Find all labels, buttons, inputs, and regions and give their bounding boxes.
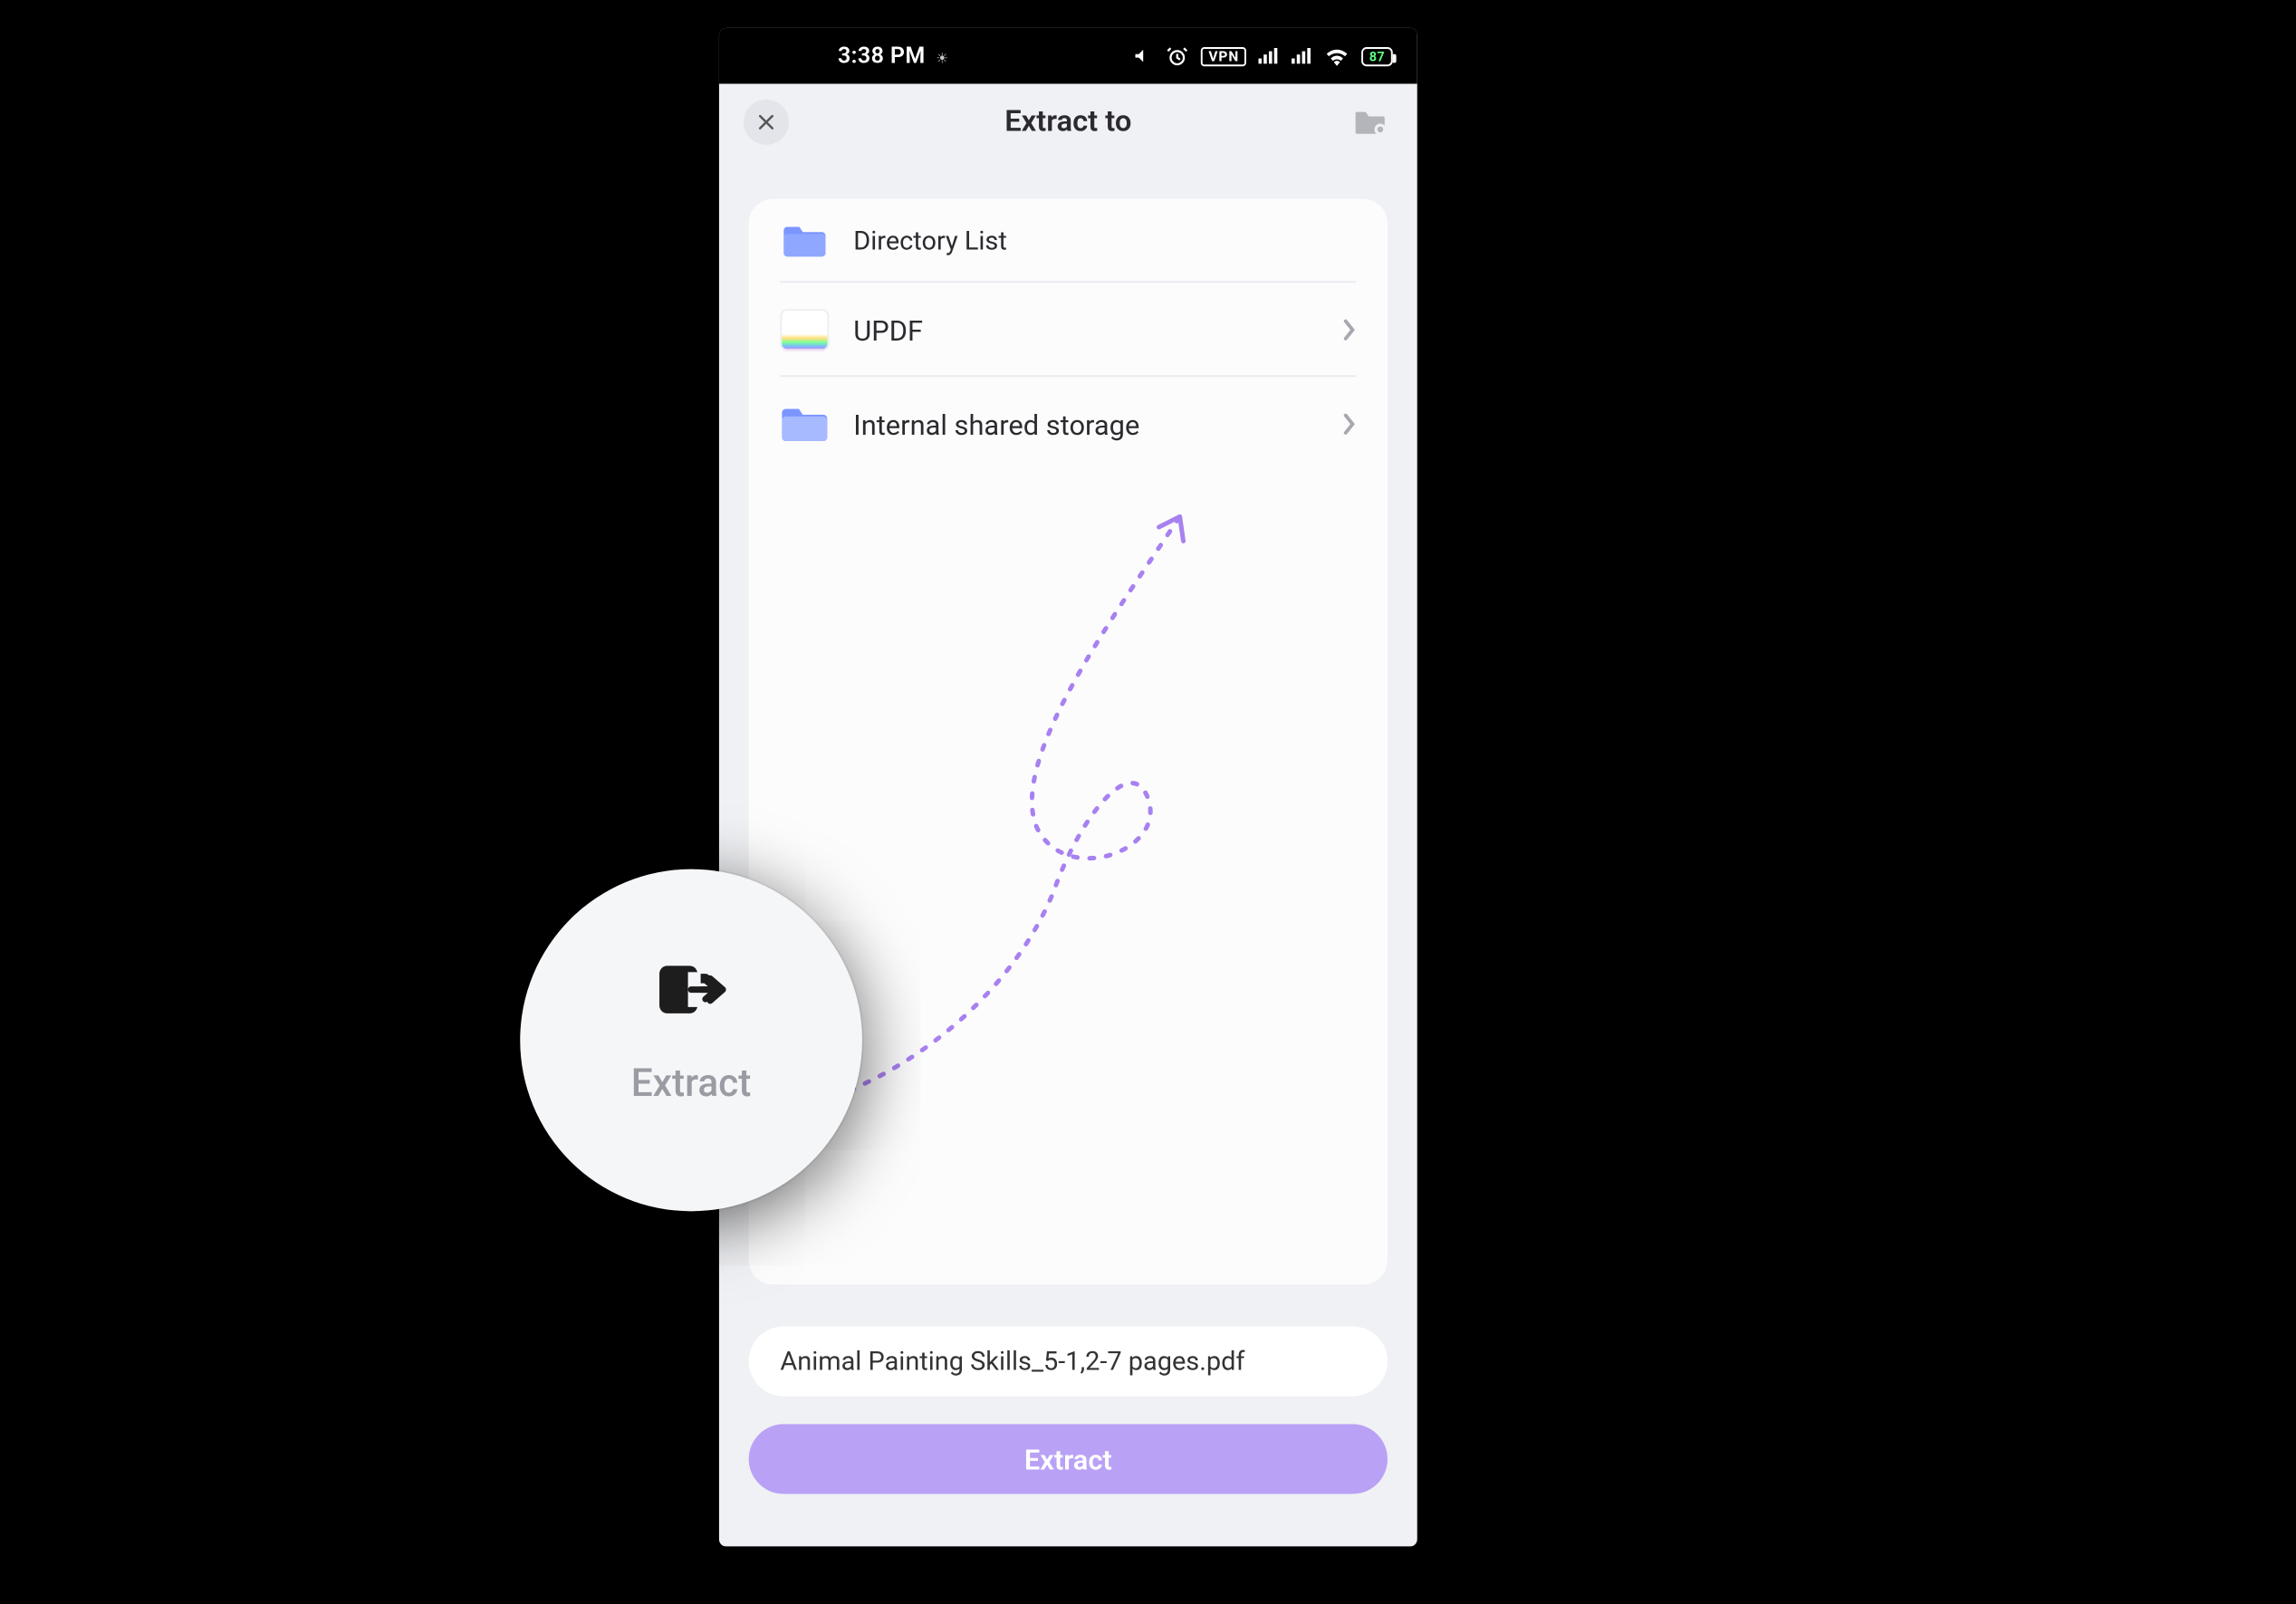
signal-icon (1292, 47, 1312, 64)
directory-section-label: Directory List (853, 226, 1356, 257)
header-title: Extract to (789, 105, 1348, 140)
alarm-icon (1167, 44, 1189, 67)
extract-button-label: Extract (1024, 1443, 1112, 1476)
status-bar: 3:38 PM VPN (719, 28, 1417, 84)
folder-icon (780, 220, 829, 262)
chevron-right-icon (1342, 318, 1356, 342)
silent-icon (1134, 45, 1155, 66)
list-item-internal-storage[interactable]: Internal shared storage (749, 377, 1388, 471)
signal-icon (1258, 47, 1279, 64)
status-indicators: VPN 87 (1134, 44, 1393, 67)
phone-screen: 3:38 PM VPN (719, 28, 1417, 1546)
weather-icon (936, 43, 948, 69)
filename-field[interactable] (749, 1327, 1388, 1397)
wifi-icon (1325, 46, 1350, 65)
filename-input[interactable] (777, 1344, 1360, 1379)
list-item-label: Internal shared storage (853, 408, 1342, 441)
chevron-right-icon (1342, 412, 1356, 437)
updf-app-icon (780, 309, 829, 351)
battery-icon: 87 (1361, 46, 1393, 65)
status-time: 3:38 PM (838, 43, 926, 69)
folder-icon (780, 403, 829, 445)
extract-button[interactable]: Extract (749, 1424, 1388, 1494)
vpn-badge: VPN (1202, 46, 1246, 65)
directory-card: Directory List UPDF Internal shared stor… (749, 199, 1388, 1285)
extract-callout: Extract (520, 869, 862, 1212)
folder-settings-button[interactable] (1348, 100, 1393, 145)
list-item-updf[interactable]: UPDF (749, 283, 1388, 377)
close-button[interactable] (744, 100, 789, 145)
list-item-label: UPDF (853, 313, 1342, 347)
extract-icon (657, 961, 726, 1017)
extract-callout-label: Extract (631, 1062, 752, 1106)
header: Extract to (719, 83, 1417, 160)
directory-section-header: Directory List (749, 199, 1388, 283)
